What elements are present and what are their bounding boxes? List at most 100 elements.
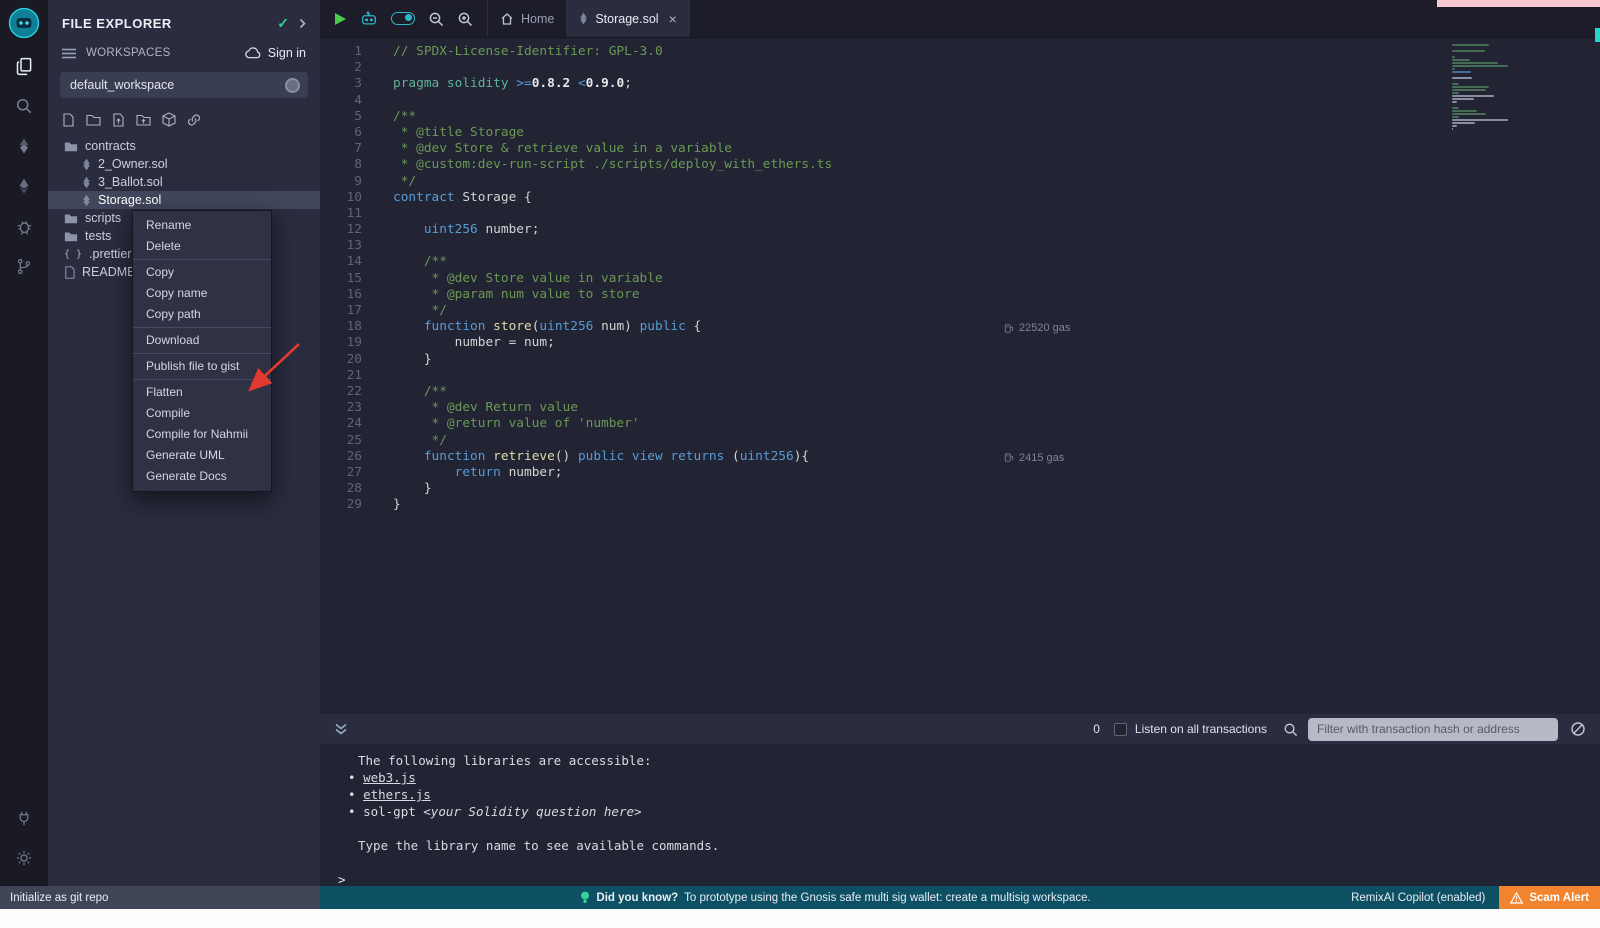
- editor-minimap[interactable]: [1452, 44, 1514, 131]
- code-line-3[interactable]: 3pragma solidity >=0.8.2 <0.9.0;: [320, 76, 1600, 92]
- code-text: */: [393, 303, 447, 319]
- code-line-12[interactable]: 12 uint256 number;: [320, 222, 1600, 238]
- sidebar-item-file-explorer[interactable]: [0, 46, 48, 86]
- code-line-1[interactable]: 1// SPDX-License-Identifier: GPL-3.0: [320, 44, 1600, 60]
- code-line-8[interactable]: 8 * @custom:dev-run-script ./scripts/dep…: [320, 157, 1600, 173]
- new-file-icon[interactable]: [62, 113, 75, 127]
- terminal-link-web3.js[interactable]: web3.js: [363, 770, 416, 785]
- zoom-in-icon[interactable]: [457, 11, 473, 27]
- tab-storage-sol[interactable]: Storage.sol ×: [567, 0, 689, 37]
- terminal-line: The following libraries are accessible:: [320, 752, 1600, 769]
- listen-checkbox[interactable]: [1114, 723, 1127, 736]
- sign-in-button[interactable]: Sign in: [245, 46, 306, 60]
- code-line-27[interactable]: 27 return number;: [320, 465, 1600, 481]
- code-line-24[interactable]: 24 * @return value of 'number': [320, 416, 1600, 432]
- copilot-status-label[interactable]: RemixAI Copilot (enabled): [1351, 892, 1485, 904]
- terminal-prompt: >: [338, 872, 346, 887]
- context-menu-item-copy[interactable]: Copy: [133, 262, 271, 283]
- context-menu-item-copy-path[interactable]: Copy path: [133, 304, 271, 325]
- sign-in-label: Sign in: [268, 46, 306, 60]
- collapse-terminal-icon[interactable]: [334, 723, 348, 736]
- code-line-20[interactable]: 20 }: [320, 352, 1600, 368]
- init-git-repo-button[interactable]: Initialize as git repo: [0, 886, 320, 909]
- gear-icon: [15, 849, 33, 867]
- transaction-filter-input[interactable]: [1308, 718, 1558, 741]
- file-icon: [64, 266, 75, 279]
- line-number: 1: [320, 44, 378, 60]
- scrollbar-marker[interactable]: [1595, 28, 1600, 42]
- copilot-robot-icon[interactable]: [360, 11, 378, 26]
- line-number: 22: [320, 384, 378, 400]
- workspace-selected-label: default_workspace: [70, 78, 174, 92]
- code-line-26[interactable]: 26 function retrieve() public view retur…: [320, 449, 1600, 465]
- check-icon[interactable]: ✓: [277, 15, 289, 32]
- terminal-panel[interactable]: The following libraries are accessible:•…: [320, 744, 1600, 886]
- sidebar-item-settings[interactable]: [0, 838, 48, 878]
- code-line-25[interactable]: 25 */: [320, 433, 1600, 449]
- context-menu-item-delete[interactable]: Delete: [133, 236, 271, 257]
- clear-console-icon[interactable]: [1570, 721, 1586, 737]
- sidebar-item-search[interactable]: [0, 86, 48, 126]
- context-menu-item-generate-uml[interactable]: Generate UML: [133, 445, 271, 466]
- tree-item-2_Owner.sol[interactable]: 2_Owner.sol: [48, 155, 320, 173]
- code-line-28[interactable]: 28 }: [320, 481, 1600, 497]
- context-menu-item-compile[interactable]: Compile: [133, 403, 271, 424]
- browser-artifact-strip: [1437, 0, 1600, 7]
- terminal-search-icon[interactable]: [1283, 722, 1298, 737]
- link-icon[interactable]: [187, 113, 201, 127]
- sidebar-item-plugin-manager[interactable]: [0, 798, 48, 838]
- sidebar-item-deploy-run[interactable]: [0, 166, 48, 206]
- code-line-4[interactable]: 4: [320, 93, 1600, 109]
- code-line-19[interactable]: 19 number = num;: [320, 335, 1600, 351]
- code-editor[interactable]: 1// SPDX-License-Identifier: GPL-3.023pr…: [320, 38, 1600, 714]
- line-number: 23: [320, 400, 378, 416]
- hamburger-icon[interactable]: [62, 48, 76, 59]
- tab-home[interactable]: Home: [488, 0, 567, 37]
- new-folder-icon[interactable]: [86, 113, 101, 126]
- context-menu-item-rename[interactable]: Rename: [133, 215, 271, 236]
- copilot-toggle[interactable]: [391, 12, 415, 25]
- code-line-14[interactable]: 14 /**: [320, 254, 1600, 270]
- code-line-10[interactable]: 10contract Storage {: [320, 190, 1600, 206]
- context-menu-item-compile-for-nahmii[interactable]: Compile for Nahmii: [133, 424, 271, 445]
- code-line-9[interactable]: 9 */: [320, 174, 1600, 190]
- code-line-23[interactable]: 23 * @dev Return value: [320, 400, 1600, 416]
- code-line-29[interactable]: 29}: [320, 497, 1600, 513]
- code-line-18[interactable]: 18 function store(uint256 num) public {2…: [320, 319, 1600, 335]
- workspace-options-icon[interactable]: [285, 78, 300, 93]
- code-line-2[interactable]: 2: [320, 60, 1600, 76]
- code-line-15[interactable]: 15 * @dev Store value in variable: [320, 271, 1600, 287]
- sidebar-item-debugger[interactable]: [0, 206, 48, 246]
- code-line-16[interactable]: 16 * @param num value to store: [320, 287, 1600, 303]
- tree-item-3_Ballot.sol[interactable]: 3_Ballot.sol: [48, 173, 320, 191]
- chevron-right-icon[interactable]: [299, 18, 306, 29]
- run-script-button[interactable]: [334, 12, 347, 26]
- code-line-5[interactable]: 5/**: [320, 109, 1600, 125]
- tree-item-Storage.sol[interactable]: Storage.sol: [48, 191, 320, 209]
- workspaces-row: WORKSPACES Sign in: [48, 38, 320, 64]
- close-tab-icon[interactable]: ×: [669, 11, 677, 27]
- code-line-11[interactable]: 11: [320, 206, 1600, 222]
- upload-folder-icon[interactable]: [136, 113, 151, 126]
- box-icon[interactable]: [162, 112, 176, 127]
- context-menu-item-copy-name[interactable]: Copy name: [133, 283, 271, 304]
- sidebar-item-git[interactable]: [0, 246, 48, 286]
- code-line-6[interactable]: 6 * @title Storage: [320, 125, 1600, 141]
- scam-alert-badge[interactable]: Scam Alert: [1499, 886, 1600, 909]
- context-menu-item-generate-docs[interactable]: Generate Docs: [133, 466, 271, 487]
- line-number: 26: [320, 449, 378, 465]
- sidebar-item-solidity-compiler[interactable]: [0, 126, 48, 166]
- tree-item-contracts[interactable]: contracts: [48, 137, 320, 155]
- code-line-21[interactable]: 21: [320, 368, 1600, 384]
- zoom-out-icon[interactable]: [428, 11, 444, 27]
- code-line-22[interactable]: 22 /**: [320, 384, 1600, 400]
- remix-logo[interactable]: [0, 0, 48, 46]
- workspace-selector[interactable]: default_workspace: [60, 72, 308, 98]
- code-line-7[interactable]: 7 * @dev Store & retrieve value in a var…: [320, 141, 1600, 157]
- minimap-line: [1452, 83, 1459, 85]
- code-line-17[interactable]: 17 */: [320, 303, 1600, 319]
- code-line-13[interactable]: 13: [320, 238, 1600, 254]
- terminal-link-ethers.js[interactable]: ethers.js: [363, 787, 431, 802]
- upload-file-icon[interactable]: [112, 113, 125, 127]
- listen-label[interactable]: Listen on all transactions: [1135, 722, 1267, 736]
